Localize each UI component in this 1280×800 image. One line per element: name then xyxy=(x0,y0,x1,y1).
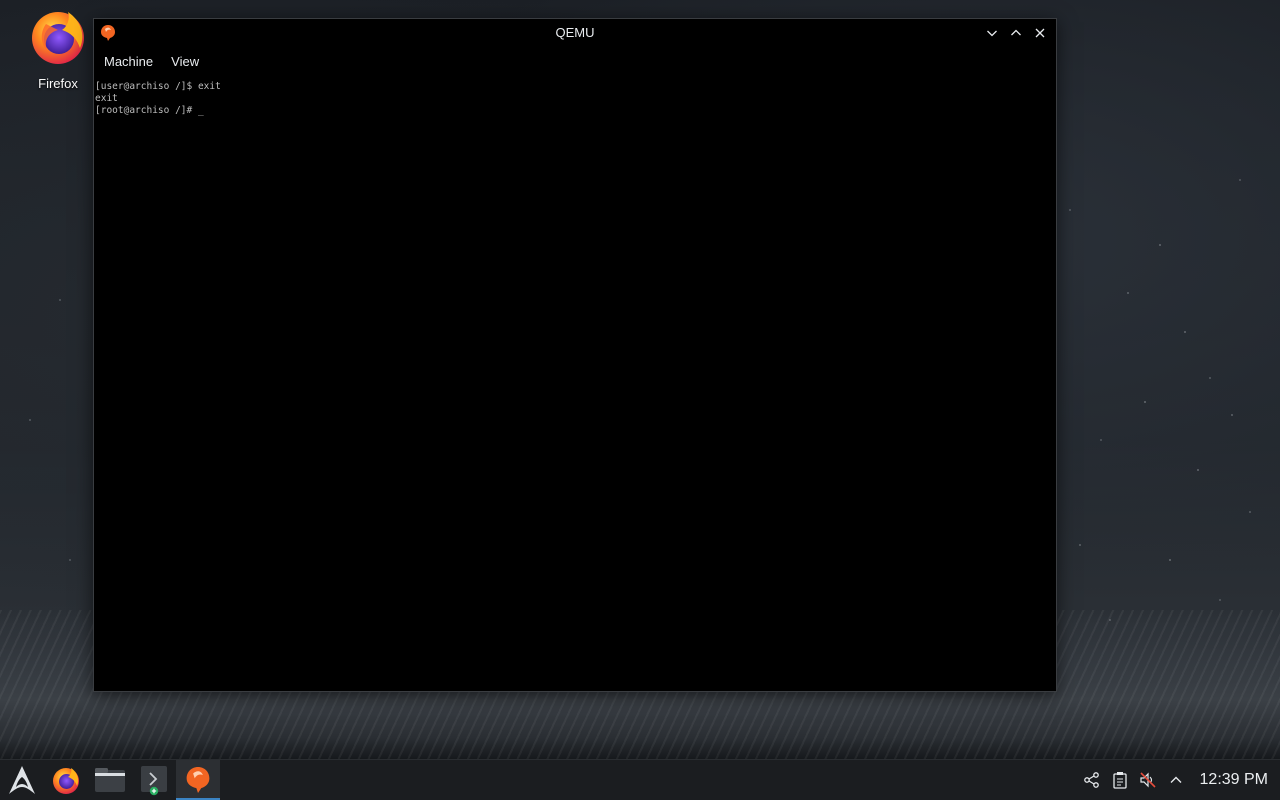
close-button[interactable] xyxy=(1030,23,1050,43)
menu-machine[interactable]: Machine xyxy=(98,50,159,73)
chevron-up-icon xyxy=(1170,776,1182,783)
arch-launcher-icon xyxy=(9,766,35,794)
taskbar: 12:39 PM xyxy=(0,759,1280,800)
maximize-icon xyxy=(1011,29,1021,36)
terminal-icon xyxy=(141,766,167,796)
tray-expand[interactable] xyxy=(1162,760,1190,800)
taskbar-tasks xyxy=(0,760,220,800)
taskbar-item-qemu[interactable] xyxy=(176,760,220,800)
tray-network[interactable] xyxy=(1078,760,1106,800)
desktop-icon-firefox[interactable]: Firefox xyxy=(22,6,94,91)
maximize-button[interactable] xyxy=(1006,23,1026,43)
system-tray: 12:39 PM xyxy=(1078,760,1280,800)
taskbar-item-firefox[interactable] xyxy=(44,760,88,800)
taskbar-item-terminal[interactable] xyxy=(132,760,176,800)
menu-view[interactable]: View xyxy=(165,50,205,73)
application-launcher[interactable] xyxy=(0,760,44,800)
window-menubar: Machine View xyxy=(94,47,1056,75)
close-icon xyxy=(1035,28,1045,38)
console-line: [root@archiso /]# _ xyxy=(95,105,204,116)
window-title: QEMU xyxy=(555,25,595,40)
minimize-icon xyxy=(987,30,997,37)
minimize-button[interactable] xyxy=(982,23,1002,43)
qemu-icon xyxy=(186,767,210,793)
taskbar-item-file-manager[interactable] xyxy=(88,760,132,800)
console-line: [user@archiso /]$ exit xyxy=(95,81,221,92)
vm-console[interactable]: [user@archiso /]$ exit exit [root@archis… xyxy=(94,79,1056,691)
clipboard-icon xyxy=(1112,772,1127,789)
firefox-icon xyxy=(28,6,88,66)
console-line: exit xyxy=(95,93,118,104)
desktop-icon-label: Firefox xyxy=(38,76,78,91)
qemu-window[interactable]: QEMU Machine View [user@archiso /]$ exit… xyxy=(93,18,1057,692)
window-controls xyxy=(982,23,1050,43)
volume-muted-icon xyxy=(1139,772,1156,788)
tray-volume[interactable] xyxy=(1134,760,1162,800)
file-manager-icon xyxy=(95,768,125,792)
clock[interactable]: 12:39 PM xyxy=(1190,771,1280,789)
network-icon xyxy=(1083,772,1099,788)
tray-clipboard[interactable] xyxy=(1106,760,1134,800)
firefox-icon xyxy=(53,768,79,794)
window-titlebar[interactable]: QEMU xyxy=(94,19,1056,47)
